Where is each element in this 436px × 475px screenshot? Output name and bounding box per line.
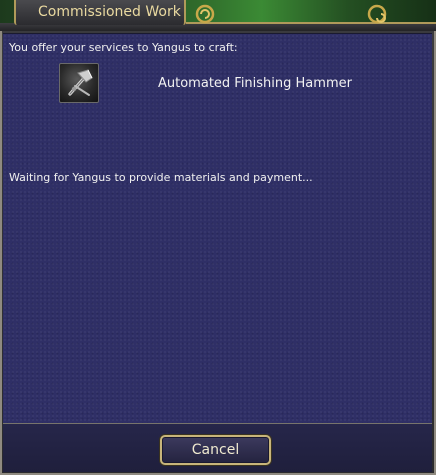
commissioned-work-window: Commissioned Work You offer your service…: [0, 0, 436, 475]
title-trim: [186, 22, 436, 24]
item-slot[interactable]: [59, 63, 99, 103]
status-message: Waiting for Yangus to provide materials …: [9, 171, 313, 184]
window-title: Commissioned Work: [38, 4, 181, 20]
offer-message: You offer your services to Yangus to cra…: [9, 41, 238, 54]
swirl-ornament-left-icon: [195, 4, 215, 24]
item-name: Automated Finishing Hammer: [158, 76, 352, 91]
cancel-button[interactable]: Cancel: [160, 435, 271, 465]
swirl-ornament-right-icon: [367, 4, 387, 24]
hammer-icon: [68, 69, 93, 96]
